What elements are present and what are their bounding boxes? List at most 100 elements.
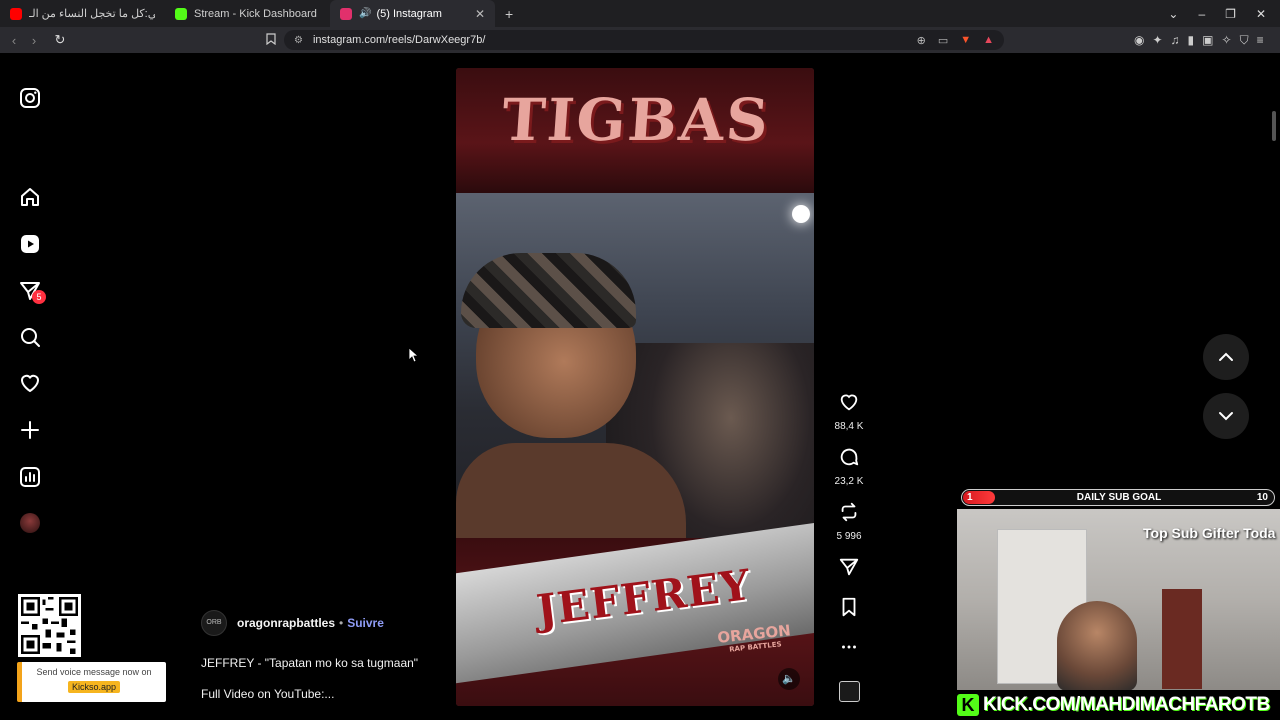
kick-icon	[175, 7, 187, 20]
author-username[interactable]: oragonrapbattles	[237, 616, 335, 630]
profile-avatar[interactable]	[20, 513, 40, 533]
streamer	[1057, 601, 1137, 690]
more-icon[interactable]	[838, 636, 860, 658]
cast-icon[interactable]: ▭	[938, 34, 948, 47]
kickso-promo: Send voice message now on Kickso.app	[17, 662, 166, 702]
heart-icon[interactable]	[838, 391, 860, 413]
extensions-icon[interactable]: ✦	[1152, 33, 1162, 48]
address-bar[interactable]: ⚙ instagram.com/reels/DarwXeegr7b/ ⊕ ▭ ▼…	[284, 30, 1004, 50]
repost-action[interactable]: 5 996	[826, 501, 872, 544]
home-icon[interactable]	[18, 185, 42, 209]
reel-video[interactable]: TIGBAS JEFFREY ORAGON RAP BATTLES 🔈	[456, 68, 814, 706]
repost-count: 5 996	[836, 531, 862, 542]
leo-ai-icon[interactable]: ✧	[1222, 33, 1232, 48]
tab-youtube[interactable]: أنس العويني:كل ما تخجل النساء من الـ...	[0, 0, 165, 27]
sidebar-toggle-icon[interactable]: ▮	[1188, 33, 1195, 48]
extensions-bar: ◉ ✦ ♫ ▮ ▣ ✧ ⛉ ≡	[1134, 33, 1264, 48]
bookmark-icon[interactable]	[838, 596, 860, 618]
chevron-down-icon	[1219, 412, 1233, 421]
kick-url: KICK.COM/MAHDIMACHFAROTB	[983, 694, 1270, 715]
share-icon[interactable]	[838, 556, 860, 578]
caption-more[interactable]: Full Video on YouTube:...	[201, 687, 451, 701]
sub-goal-bar: 1 DAILY SUB GOAL 10	[961, 489, 1275, 506]
sub-goal-title: DAILY SUB GOAL	[1076, 492, 1162, 503]
reel-caption: ORB oragonrapbattles • Suivre JEFFREY - …	[201, 610, 451, 701]
dashboard-icon[interactable]	[18, 465, 42, 489]
bookmark-icon[interactable]	[266, 32, 276, 48]
performer-cap	[461, 253, 636, 328]
browser-toolbar: ‹ › ↻ ⚙ instagram.com/reels/DarwXeegr7b/…	[0, 27, 1280, 53]
chevron-down-icon[interactable]: ⌄	[1168, 7, 1178, 21]
kickso-line2: Kickso.app	[67, 681, 121, 693]
follow-button[interactable]: Suivre	[347, 616, 384, 630]
instagram-icon	[340, 7, 352, 20]
tab-label: (5) Instagram	[376, 7, 442, 20]
separator-dot: •	[339, 616, 344, 630]
kick-logo-icon: K	[957, 694, 979, 716]
comment-icon[interactable]	[838, 446, 860, 468]
close-icon[interactable]: ✕	[475, 7, 485, 21]
save-action[interactable]	[826, 596, 872, 618]
notification-badge: 5	[32, 290, 46, 304]
menu-icon[interactable]: ≡	[1257, 33, 1264, 48]
tab-label: Stream - Kick Dashboard	[194, 7, 317, 20]
comment-action[interactable]: 23,2 K	[826, 446, 872, 489]
address-bar-icons: ⊕ ▭ ▼ ▲	[917, 34, 994, 47]
url-text: instagram.com/reels/DarwXeegr7b/	[312, 34, 486, 46]
webcam-feed: Top Sub Gifter Toda	[957, 509, 1280, 690]
music-icon[interactable]: ♫	[1171, 33, 1180, 48]
youtube-icon	[10, 7, 22, 20]
audio-tile[interactable]	[839, 681, 860, 702]
site-settings-icon[interactable]: ⚙	[294, 35, 303, 46]
tab-kick-dashboard[interactable]: Stream - Kick Dashboard	[165, 0, 330, 27]
sound-icon[interactable]: 🔈	[778, 668, 800, 690]
window-controls: ⌄ – ❐ ✕	[1168, 7, 1280, 21]
sub-goal-total: 10	[1256, 492, 1268, 503]
search-icon[interactable]	[18, 325, 42, 349]
caption-text: JEFFREY - "Tapatan mo ko sa tugmaan"	[201, 656, 419, 670]
chevron-up-icon	[1219, 352, 1233, 361]
top-gifter-text: Top Sub Gifter Toda	[1143, 525, 1276, 541]
tab-bar: أنس العويني:كل ما تخجل النساء من الـ... …	[0, 0, 1280, 27]
vpn-icon[interactable]: ⛉	[1240, 33, 1249, 48]
wallet-icon[interactable]: ▣	[1202, 33, 1213, 48]
reload-icon[interactable]: ↻	[50, 32, 70, 48]
heart-icon[interactable]	[18, 371, 42, 395]
forward-icon[interactable]: ›	[24, 33, 44, 48]
next-reel-button[interactable]	[1203, 393, 1249, 439]
create-icon[interactable]	[18, 418, 42, 442]
profile-icon[interactable]: ◉	[1134, 33, 1144, 48]
banner-text: TIGBAS	[499, 86, 773, 154]
scrollbar[interactable]	[1272, 111, 1276, 141]
previous-reel-button[interactable]	[1203, 334, 1249, 380]
share-action[interactable]	[826, 556, 872, 578]
reels-icon[interactable]	[18, 232, 42, 256]
new-tab-button[interactable]: +	[495, 6, 523, 22]
mouse-cursor-icon	[409, 348, 419, 362]
kickso-line1: Send voice message now on	[36, 667, 152, 677]
like-action[interactable]: 88,4 K	[826, 391, 872, 434]
ceiling-light	[792, 205, 810, 223]
comment-count: 23,2 K	[834, 476, 864, 487]
reel-actions: 88,4 K 23,2 K 5 996	[826, 391, 872, 670]
back-icon[interactable]: ‹	[4, 33, 24, 48]
speaker-icon: 🔊	[359, 8, 372, 19]
qr-code	[18, 594, 81, 657]
author-avatar[interactable]: ORB	[201, 610, 227, 636]
caption-header: ORB oragonrapbattles • Suivre	[201, 610, 451, 636]
brave-shield-icon[interactable]: ▼	[960, 34, 971, 47]
like-count: 88,4 K	[834, 421, 864, 432]
tab-instagram[interactable]: 🔊 (5) Instagram ✕	[330, 0, 495, 27]
tab-label: أنس العويني:كل ما تخجل النساء من الـ...	[29, 8, 155, 20]
reel-banner: TIGBAS	[456, 68, 814, 193]
repost-icon[interactable]	[838, 501, 860, 523]
instagram-logo-icon[interactable]	[18, 86, 42, 110]
minimize-icon[interactable]: –	[1198, 7, 1205, 21]
close-window-icon[interactable]: ✕	[1256, 7, 1266, 21]
rewards-icon[interactable]: ▲	[983, 34, 994, 47]
kick-url-banner: K KICK.COM/MAHDIMACHFAROTB	[953, 690, 1280, 720]
restore-icon[interactable]: ❐	[1225, 7, 1236, 21]
zoom-icon[interactable]: ⊕	[917, 34, 926, 47]
more-action[interactable]	[826, 636, 872, 658]
door	[1162, 589, 1202, 689]
